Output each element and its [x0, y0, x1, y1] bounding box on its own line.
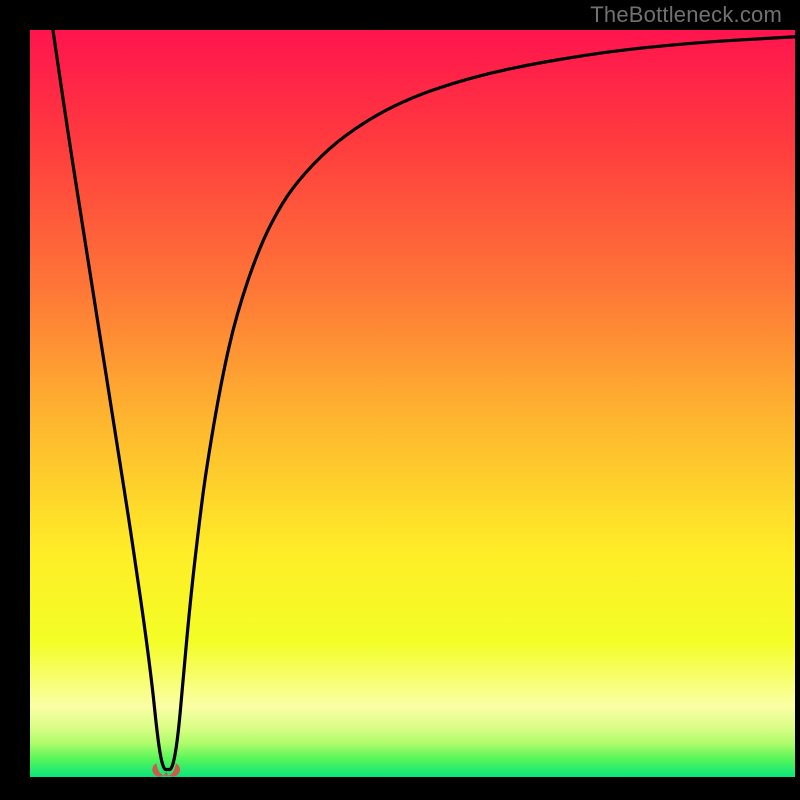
- chart-frame: TheBottleneck.com: [0, 0, 800, 800]
- bottleneck-chart: [0, 0, 800, 800]
- watermark-text: TheBottleneck.com: [590, 2, 782, 28]
- gradient-background: [30, 30, 795, 777]
